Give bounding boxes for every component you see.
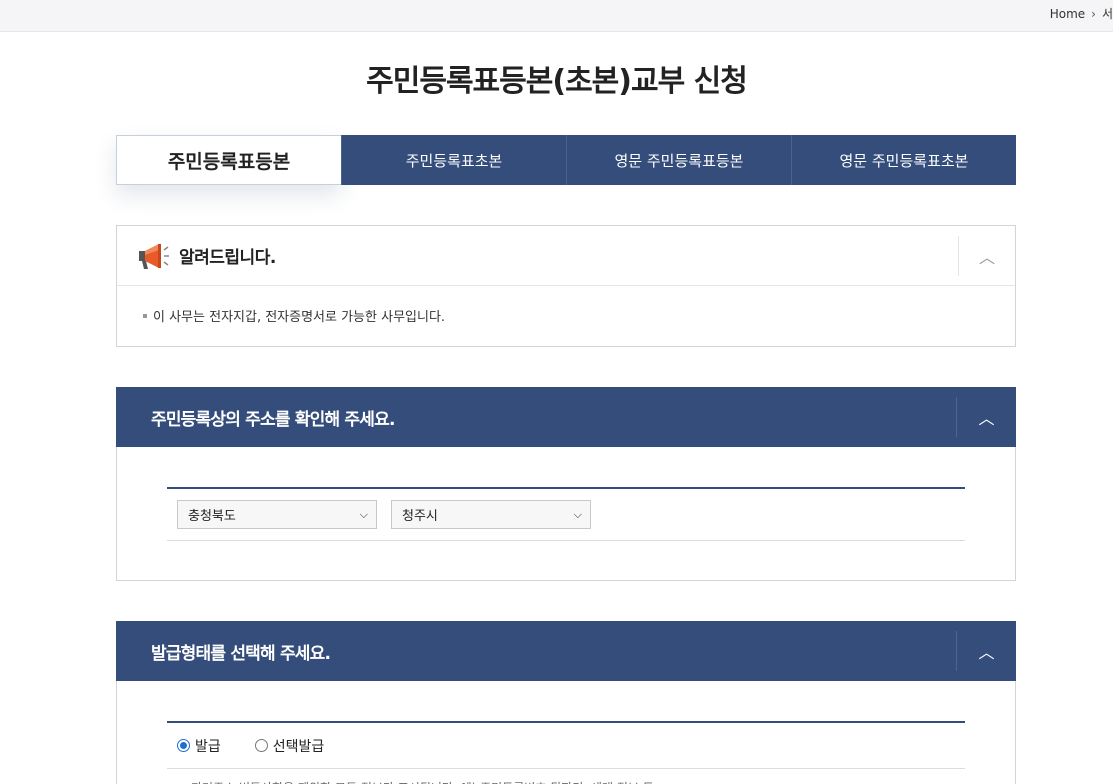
notice-message: 이 사무는 전자지갑, 전자증명서로 가능한 사무입니다. xyxy=(117,286,1015,325)
radio-checked-icon[interactable] xyxy=(177,739,190,752)
notice-title: 알려드립니다. xyxy=(179,248,276,268)
address-form: 충청북도 ⌵ 청주시 ⌵ xyxy=(167,487,965,541)
city-select-value: 청주시 xyxy=(402,509,438,524)
tab-list: 주민등록표등본 주민등록표초본 영문 주민등록표등본 영문 주민등록표초본 xyxy=(116,135,1016,185)
province-select[interactable]: 충청북도 ⌵ xyxy=(177,500,377,529)
address-section-title: 주민등록상의 주소를 확인해 주세요. xyxy=(151,409,395,430)
radio-issue[interactable]: 발급 xyxy=(177,736,221,756)
breadcrumb-next-link[interactable]: 서 xyxy=(1102,5,1113,22)
bullet-icon xyxy=(143,313,147,318)
chevron-up-icon: ︿ xyxy=(978,248,995,267)
tab-english-resident-copy[interactable]: 영문 주민등록표등본 xyxy=(566,135,791,185)
issue-description: 과거주소 변동사항을 제외한 모든 정보가 표시됩니다. 예) 주민등록번호 뒷… xyxy=(167,769,965,784)
notice-header: 알려드립니다. ︿ xyxy=(117,226,1015,286)
breadcrumb-home-link[interactable]: Home xyxy=(1050,7,1085,21)
address-select-row: 충청북도 ⌵ 청주시 ⌵ xyxy=(167,489,965,541)
address-section: 주민등록상의 주소를 확인해 주세요. ︿ 충청북도 ⌵ 청주시 ⌵ xyxy=(116,387,1016,581)
megaphone-icon xyxy=(137,241,171,271)
notice-message-text: 이 사무는 전자지갑, 전자증명서로 가능한 사무입니다. xyxy=(153,310,446,325)
radio-selective-issue-label: 선택발급 xyxy=(272,738,325,755)
issue-form: 발급 선택발급 과거주소 변동사항을 제외한 모든 정보가 표시됩니다. 예) … xyxy=(167,721,965,784)
issue-section-header: 발급형태를 선택해 주세요. ︿ xyxy=(116,621,1016,681)
chevron-down-icon: ⌵ xyxy=(573,507,582,521)
address-collapse-button[interactable]: ︿ xyxy=(956,397,1016,437)
radio-unchecked-icon[interactable] xyxy=(254,739,268,752)
top-bar: Home › 서 xyxy=(0,0,1113,32)
province-select-value: 충청북도 xyxy=(188,509,236,524)
notice-collapse-button[interactable]: ︿ xyxy=(958,236,1015,276)
issue-type-section: 발급형태를 선택해 주세요. ︿ 발급 선택발급 과거주소 변동사항을 제외한 … xyxy=(116,621,1016,784)
issue-section-title: 발급형태를 선택해 주세요. xyxy=(151,643,331,664)
breadcrumb: Home › 서 xyxy=(1050,5,1113,22)
city-select[interactable]: 청주시 ⌵ xyxy=(391,500,591,529)
page-title: 주민등록표등본(초본)교부 신청 xyxy=(366,64,748,99)
tab-english-resident-abstract[interactable]: 영문 주민등록표초본 xyxy=(791,135,1016,185)
chevron-up-icon: ︿ xyxy=(978,409,995,428)
address-section-header: 주민등록상의 주소를 확인해 주세요. ︿ xyxy=(116,387,1016,447)
chevron-up-icon: ︿ xyxy=(978,643,995,662)
notice-box: 알려드립니다. ︿ 이 사무는 전자지갑, 전자증명서로 가능한 사무입니다. xyxy=(116,225,1016,347)
tab-resident-copy[interactable]: 주민등록표등본 xyxy=(116,135,341,185)
issue-type-radio-group: 발급 선택발급 xyxy=(167,723,965,769)
radio-selective-issue[interactable]: 선택발급 xyxy=(254,736,325,756)
tab-resident-abstract[interactable]: 주민등록표초본 xyxy=(341,135,566,185)
radio-issue-label: 발급 xyxy=(195,738,221,755)
chevron-right-icon: › xyxy=(1091,6,1096,21)
chevron-down-icon: ⌵ xyxy=(359,507,368,521)
issue-collapse-button[interactable]: ︿ xyxy=(956,631,1016,671)
